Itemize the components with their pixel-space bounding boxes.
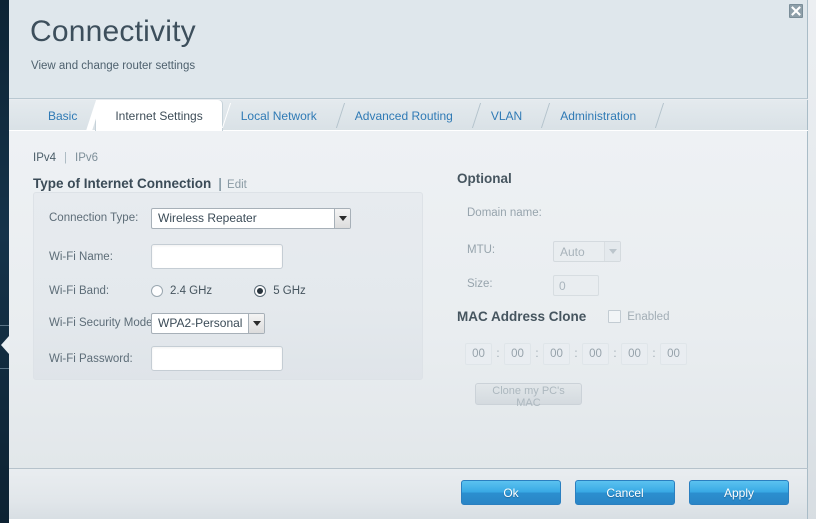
wifi-password-control	[151, 346, 283, 371]
mac-octet-fields: 00 : 00 : 00 : 00 : 00 : 00	[465, 343, 687, 365]
mac-octet-4[interactable]: 00	[582, 343, 609, 365]
wifi-band-label: Wi-Fi Band:	[49, 285, 110, 297]
ok-button[interactable]: Ok	[461, 480, 561, 505]
tab-local-network[interactable]: Local Network	[222, 100, 336, 131]
wifi-security-mode-control: WPA2-Personal	[151, 312, 266, 334]
row-mtu: MTU: Auto	[457, 241, 787, 263]
dialog-header: Connectivity View and change router sett…	[9, 0, 808, 99]
connection-type-value: Wireless Repeater	[158, 211, 257, 225]
wifi-band-24ghz-label: 2.4 GHz	[170, 285, 213, 297]
row-wifi-security-mode: Wi-Fi Security Mode: WPA2-Personal	[34, 312, 422, 334]
wifi-band-radio-24ghz[interactable]: 2.4 GHz	[151, 285, 212, 297]
optional-section-title: Optional	[457, 171, 512, 186]
tab-internet-settings[interactable]: Internet Settings	[96, 100, 222, 131]
size-label: Size:	[467, 278, 493, 290]
ip-version-switch: IPv4 | IPv6	[33, 152, 98, 164]
connection-type-label: Connection Type:	[49, 212, 139, 224]
mtu-control: Auto	[553, 241, 621, 262]
mac-clone-enabled-label: Enabled	[627, 310, 670, 323]
mtu-label: MTU:	[467, 244, 496, 256]
connection-type-select[interactable]: Wireless Repeater	[151, 207, 351, 229]
row-connection-type: Connection Type: Wireless Repeater	[34, 207, 422, 229]
domain-name-label: Domain name:	[467, 207, 542, 219]
rail-divider-bottom	[0, 368, 9, 369]
mtu-value: Auto	[560, 244, 585, 259]
connection-section-heading: Type of Internet Connection	[33, 176, 212, 191]
edit-link[interactable]: Edit	[227, 179, 247, 191]
row-wifi-name: Wi-Fi Name:	[34, 243, 422, 270]
page-title: Connectivity	[30, 15, 196, 48]
row-wifi-password: Wi-Fi Password:	[34, 345, 422, 372]
wifi-password-input[interactable]	[151, 346, 283, 371]
tab-vlan[interactable]: VLAN	[472, 100, 541, 131]
wifi-security-mode-select[interactable]: WPA2-Personal	[151, 312, 266, 334]
connection-type-control: Wireless Repeater	[151, 207, 351, 229]
mac-clone-title: MAC Address Clone	[457, 309, 587, 324]
radio-icon-24ghz	[151, 285, 163, 297]
wifi-name-label: Wi-Fi Name:	[49, 250, 113, 263]
mac-clone-header: MAC Address Clone Enabled	[457, 309, 669, 324]
collapse-panel-arrow-icon[interactable]	[1, 336, 9, 354]
wifi-band-5ghz-label: 5 GHz	[273, 285, 306, 297]
bottom-strip	[0, 519, 816, 523]
wifi-name-input[interactable]	[151, 244, 283, 269]
mac-separator-2: :	[535, 348, 539, 360]
mac-octet-6[interactable]: 00	[660, 343, 687, 365]
tab-advanced-routing[interactable]: Advanced Routing	[336, 100, 472, 131]
wifi-security-mode-dropdown-button[interactable]	[248, 313, 265, 333]
wifi-band-radio-5ghz[interactable]: 5 GHz	[254, 285, 306, 297]
clone-my-pcs-mac-button[interactable]: Clone my PC's MAC	[475, 383, 582, 409]
mac-octet-1[interactable]: 00	[465, 343, 492, 365]
cancel-button[interactable]: Cancel	[575, 480, 675, 505]
radio-icon-5ghz	[254, 285, 267, 297]
apply-button[interactable]: Apply	[689, 480, 789, 505]
wifi-band-radio-group: 2.4 GHz 5 GHz	[151, 285, 348, 297]
chevron-down-icon	[252, 320, 261, 326]
mac-octet-2[interactable]: 00	[504, 343, 531, 365]
ipv4-link[interactable]: IPv4	[33, 152, 56, 164]
close-button[interactable]	[789, 4, 803, 18]
row-size: Size:	[457, 275, 787, 297]
mtu-dropdown-button[interactable]	[604, 242, 620, 261]
mac-separator-3: :	[574, 348, 578, 360]
mac-octet-5[interactable]: 00	[621, 343, 648, 365]
optional-panel: Optional Domain name: MTU: Auto Size: 0 …	[457, 171, 787, 409]
wifi-security-mode-label: Wi-Fi Security Mode:	[49, 317, 156, 329]
mtu-select[interactable]: Auto	[553, 241, 621, 262]
connection-form-panel: Connection Type: Wireless Repeater Wi-Fi…	[33, 192, 423, 380]
wifi-band-control: 2.4 GHz 5 GHz	[151, 285, 348, 297]
close-icon	[791, 6, 801, 16]
ipv6-link[interactable]: IPv6	[75, 152, 98, 164]
size-input[interactable]	[553, 275, 599, 296]
mac-clone-enabled-toggle[interactable]: Enabled	[608, 310, 669, 323]
ip-link-separator: |	[64, 152, 68, 164]
chevron-down-icon	[608, 249, 617, 254]
checkbox-icon-mac-enabled	[608, 310, 622, 323]
tab-bar: Basic Internet Settings Local Network Ad…	[9, 100, 808, 131]
connection-title-separator: |	[218, 176, 223, 191]
row-domain-name: Domain name:	[457, 207, 787, 229]
tab-administration[interactable]: Administration	[541, 100, 655, 131]
row-wifi-band: Wi-Fi Band: 2.4 GHz 5 GHz	[34, 280, 422, 302]
dialog-footer: Ok Cancel Apply	[9, 469, 808, 523]
rail-divider-top	[0, 325, 9, 326]
wifi-security-mode-value: WPA2-Personal	[158, 316, 243, 330]
connection-section-title: Type of Internet Connection | Edit	[33, 176, 247, 191]
left-rail	[0, 0, 9, 523]
tab-list: Basic Internet Settings Local Network Ad…	[31, 100, 655, 131]
size-control	[553, 275, 599, 296]
mac-separator-1: :	[496, 348, 500, 360]
connectivity-dialog: Connectivity View and change router sett…	[0, 0, 816, 523]
wifi-name-control	[151, 244, 283, 269]
connection-type-dropdown-button[interactable]	[334, 208, 350, 228]
mac-separator-4: :	[613, 348, 617, 360]
wifi-password-label: Wi-Fi Password:	[49, 352, 133, 365]
page-subtitle: View and change router settings	[31, 60, 196, 72]
mac-separator-5: :	[652, 348, 656, 360]
content-area: IPv4 | IPv6 Type of Internet Connection |…	[9, 131, 808, 468]
chevron-down-icon	[338, 215, 347, 221]
mac-octet-3[interactable]: 00	[543, 343, 570, 365]
